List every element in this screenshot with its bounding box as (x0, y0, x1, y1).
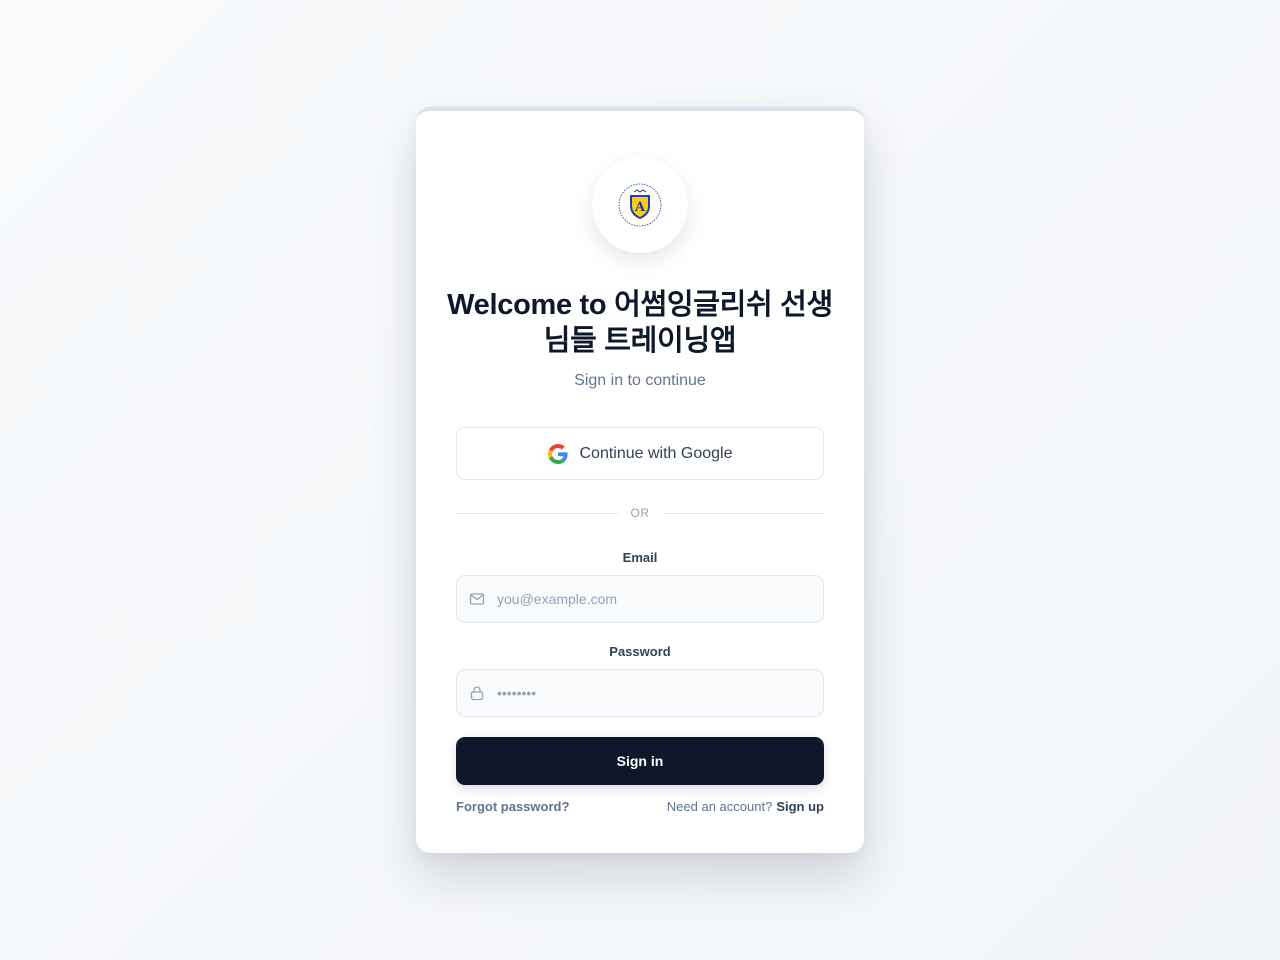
google-signin-label: Continue with Google (579, 444, 733, 462)
school-crest-logo: A (618, 183, 662, 227)
login-card: A Welcome to 어썸잉글리쉬 선생님들 트레이닝앱 Sign in t… (416, 107, 864, 853)
divider-line-right (662, 512, 824, 514)
svg-text:A: A (634, 200, 646, 215)
google-g-icon (547, 443, 568, 464)
logo-badge: A (592, 157, 688, 253)
email-field[interactable] (497, 576, 823, 622)
password-label: Password (609, 644, 671, 659)
divider-text: OR (630, 506, 650, 520)
page-subtitle: Sign in to continue (574, 372, 706, 389)
signin-button[interactable]: Sign in (456, 737, 824, 785)
email-label: Email (622, 550, 658, 565)
password-field[interactable] (497, 670, 823, 716)
email-field-container (456, 575, 824, 623)
or-divider: OR (456, 505, 824, 521)
signup-prompt: Need an account? Sign up (667, 799, 824, 814)
signup-link[interactable]: Sign up (776, 799, 824, 814)
mail-icon (469, 591, 485, 607)
divider-line-left (456, 512, 618, 514)
auth-footer: Forgot password? Need an account? Sign up (456, 799, 824, 814)
page-title: Welcome to 어썸잉글리쉬 선생님들 트레이닝앱 (447, 289, 833, 357)
google-signin-button[interactable]: Continue with Google (456, 427, 824, 480)
lock-icon (469, 685, 485, 701)
forgot-password-link[interactable]: Forgot password? (456, 799, 569, 814)
password-field-container (456, 669, 824, 717)
need-account-text: Need an account? (666, 799, 773, 814)
